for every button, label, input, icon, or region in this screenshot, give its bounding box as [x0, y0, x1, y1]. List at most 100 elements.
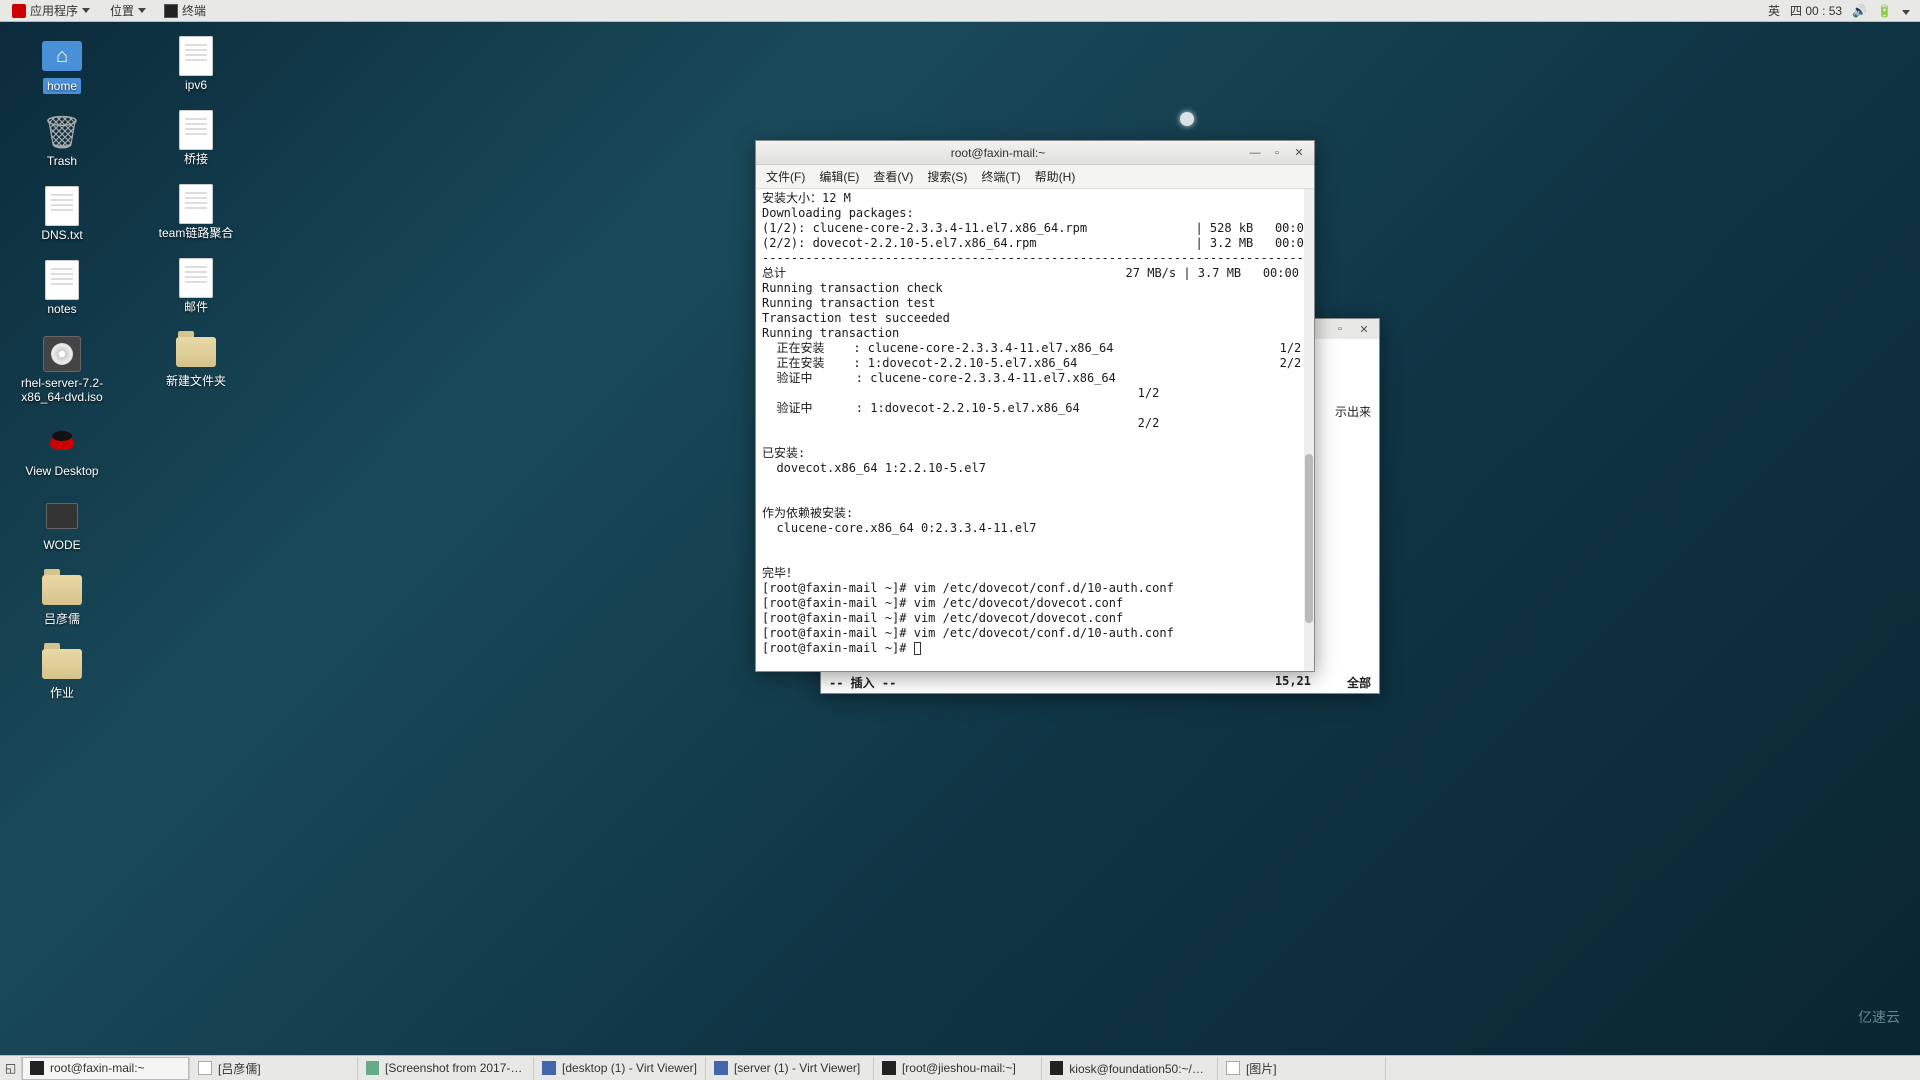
- device-icon: [42, 498, 82, 534]
- desktop-icon-label: 邮件: [184, 300, 208, 314]
- desktop-icon-team[interactable]: team链路聚合: [148, 184, 244, 240]
- home-folder-icon: [42, 41, 82, 71]
- taskbar-button[interactable]: root@faxin-mail:~: [22, 1057, 190, 1080]
- volume-icon[interactable]: 🔊: [1852, 4, 1867, 18]
- img-icon: [366, 1061, 379, 1075]
- terminal-menu-item[interactable]: 编辑(E): [813, 166, 865, 187]
- term-icon: [882, 1061, 896, 1075]
- terminal-title: root@faxin-mail:~: [756, 146, 1240, 160]
- text-file-icon: [179, 36, 213, 76]
- desktop-icon-qiaojie[interactable]: 桥接: [148, 110, 244, 166]
- decorative-dot: [1180, 112, 1194, 126]
- desktop-icon-notes[interactable]: notes: [14, 260, 110, 316]
- taskbar-button[interactable]: kiosk@foundation50:~/桌面: [1042, 1057, 1218, 1080]
- text-file-icon: [45, 260, 79, 300]
- desktop-icon-home[interactable]: home: [14, 36, 110, 94]
- maximize-button[interactable]: ▫: [1333, 322, 1347, 336]
- terminal-icon: [164, 4, 178, 18]
- folder-icon: [176, 337, 216, 367]
- show-desktop-button[interactable]: ◱: [0, 1057, 22, 1080]
- close-button[interactable]: ✕: [1292, 146, 1306, 160]
- places-label: 位置: [110, 2, 134, 19]
- chevron-down-icon: [82, 8, 90, 13]
- desktop-icon-wode[interactable]: WODE: [14, 496, 110, 552]
- applications-menu[interactable]: 应用程序: [4, 0, 98, 21]
- desktop-icon-youjian[interactable]: 邮件: [148, 258, 244, 314]
- applications-label: 应用程序: [30, 2, 78, 19]
- desktop-icon-label: ipv6: [185, 78, 207, 92]
- minimize-button[interactable]: —: [1248, 146, 1262, 160]
- terminal-prompt: [root@faxin-mail ~]#: [762, 641, 914, 655]
- vim-mode: -- 插入 --: [829, 674, 896, 691]
- desktop-icon-lvyanru[interactable]: 吕彦儒: [14, 570, 110, 626]
- desktop-icon-viewdesk[interactable]: View Desktop: [14, 422, 110, 478]
- places-menu[interactable]: 位置: [102, 0, 154, 21]
- clock[interactable]: 四 00 : 53: [1790, 2, 1842, 19]
- battery-icon[interactable]: 🔋: [1877, 4, 1892, 18]
- taskbar-label: root@faxin-mail:~: [50, 1061, 145, 1075]
- terminal-menu-item[interactable]: 查看(V): [867, 166, 919, 187]
- desktop-icon-label: team链路聚合: [159, 226, 234, 240]
- desktop-icon-label: 桥接: [184, 152, 208, 166]
- terminal-cursor: [914, 642, 921, 655]
- taskbar-button[interactable]: [吕彦儒]: [190, 1057, 358, 1080]
- desktop-icon-label: DNS.txt: [41, 228, 82, 242]
- vim-cursor-pos: 15,21: [1211, 674, 1311, 691]
- scrollbar[interactable]: [1304, 189, 1314, 671]
- folder-icon: [42, 575, 82, 605]
- trash-icon: 🗑: [44, 112, 80, 152]
- text-file-icon: [179, 110, 213, 150]
- redhat-icon: [42, 424, 82, 460]
- disc-icon: [43, 336, 81, 372]
- text-file-icon: [45, 186, 79, 226]
- taskbar-label: [server (1) - Virt Viewer]: [734, 1061, 860, 1075]
- desktop-icon-newfolder[interactable]: 新建文件夹: [148, 332, 244, 388]
- vim-status-line: -- 插入 -- 15,21 全部: [829, 674, 1371, 691]
- taskbar-label: [图片]: [1246, 1060, 1277, 1077]
- taskbar-button[interactable]: [Screenshot from 2017-05…: [358, 1057, 534, 1080]
- taskbar-label: [Screenshot from 2017-05…: [385, 1061, 525, 1075]
- text-file-icon: [179, 184, 213, 224]
- taskbar-label: [root@jieshou-mail:~]: [902, 1061, 1016, 1075]
- desktop-icon-label: Trash: [47, 154, 77, 168]
- desktop-icon-label: home: [43, 78, 81, 94]
- taskbar-button[interactable]: [server (1) - Virt Viewer]: [706, 1057, 874, 1080]
- scrollbar-thumb[interactable]: [1305, 454, 1313, 623]
- terminal-menu-item[interactable]: 搜索(S): [921, 166, 973, 187]
- taskbar-button[interactable]: [图片]: [1218, 1057, 1386, 1080]
- maximize-button[interactable]: ▫: [1270, 146, 1284, 160]
- term-icon: [1050, 1061, 1063, 1075]
- desktop[interactable]: home 🗑 Trash DNS.txt notes rhel-server-7.2-x8…: [0, 22, 1920, 1055]
- terminal-menu-item[interactable]: 文件(F): [760, 166, 811, 187]
- desktop-icon-label: 新建文件夹: [166, 374, 226, 388]
- file-icon: [1226, 1061, 1240, 1075]
- redhat-logo-icon: [12, 4, 26, 18]
- desktop-icon-trash[interactable]: 🗑 Trash: [14, 112, 110, 168]
- desktop-icon-ipv6[interactable]: ipv6: [148, 36, 244, 92]
- text-file-icon: [179, 258, 213, 298]
- close-button[interactable]: ✕: [1357, 322, 1371, 336]
- terminal-output[interactable]: 安装大小：12 M Downloading packages: (1/2): c…: [756, 189, 1314, 671]
- system-menu[interactable]: [1902, 4, 1910, 18]
- taskbar-button[interactable]: [root@jieshou-mail:~]: [874, 1057, 1042, 1080]
- desktop-icon-rheliso[interactable]: rhel-server-7.2-x86_64-dvd.iso: [14, 334, 110, 404]
- terminal-menu-item[interactable]: 帮助(H): [1029, 166, 1082, 187]
- folder-icon: [42, 649, 82, 679]
- desktop-icon-label: View Desktop: [25, 464, 98, 478]
- desktop-icon-zuoye[interactable]: 作业: [14, 644, 110, 700]
- desktop-icon-dns[interactable]: DNS.txt: [14, 186, 110, 242]
- vim-scroll-pct: 全部: [1311, 674, 1371, 691]
- virt-icon: [714, 1061, 728, 1075]
- top-panel: 应用程序 位置 终端 英 四 00 : 53 🔊 🔋: [0, 0, 1920, 22]
- ime-indicator[interactable]: 英: [1768, 2, 1780, 19]
- bottom-panel: ◱ root@faxin-mail:~ [吕彦儒] [Screenshot from…: [0, 1055, 1920, 1080]
- chevron-down-icon: [138, 8, 146, 13]
- terminal-titlebar[interactable]: root@faxin-mail:~ — ▫ ✕: [756, 141, 1314, 165]
- taskbar-button[interactable]: [desktop (1) - Virt Viewer]: [534, 1057, 706, 1080]
- running-app-indicator[interactable]: 终端: [158, 2, 212, 19]
- terminal-menu-item[interactable]: 终端(T): [975, 166, 1026, 187]
- desktop-icon-label: rhel-server-7.2-x86_64-dvd.iso: [14, 376, 110, 404]
- terminal-window[interactable]: root@faxin-mail:~ — ▫ ✕ 文件(F)编辑(E)查看(V)搜…: [755, 140, 1315, 672]
- taskbar-label: [吕彦儒]: [218, 1060, 261, 1077]
- taskbar-label: [desktop (1) - Virt Viewer]: [562, 1061, 697, 1075]
